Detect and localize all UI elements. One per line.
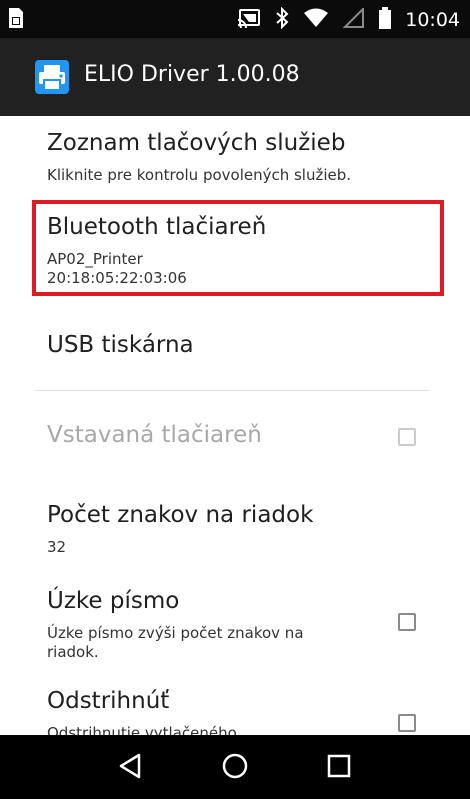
pref-chars-per-line[interactable]: Počet znakov na riadok 32 bbox=[0, 488, 470, 572]
app-title: ELIO Driver 1.00.08 bbox=[84, 62, 300, 87]
recents-icon[interactable] bbox=[324, 751, 354, 785]
highlight-box bbox=[32, 200, 444, 296]
pref-summary: 32 bbox=[47, 538, 67, 556]
builtin-printer-checkbox bbox=[398, 428, 416, 446]
printer-icon bbox=[35, 60, 69, 98]
home-icon[interactable] bbox=[220, 751, 250, 785]
navigation-bar bbox=[0, 735, 470, 799]
narrow-font-checkbox[interactable] bbox=[398, 613, 416, 631]
divider bbox=[35, 390, 430, 391]
clock: 10:04 bbox=[405, 9, 460, 31]
pref-usb-printer[interactable]: USB tiskárna bbox=[0, 312, 470, 388]
cut-checkbox[interactable] bbox=[398, 714, 416, 732]
sim-icon bbox=[8, 7, 24, 33]
pref-print-services[interactable]: Zoznam tlačových služieb Kliknite pre ko… bbox=[0, 116, 470, 196]
pref-title: Vstavaná tlačiareň bbox=[47, 422, 262, 448]
signal-icon bbox=[342, 6, 365, 32]
bluetooth-icon bbox=[275, 6, 289, 33]
cast-icon bbox=[237, 8, 261, 32]
pref-title: USB tiskárna bbox=[47, 332, 194, 358]
pref-summary: Kliknite pre kontrolu povolených služieb… bbox=[47, 166, 352, 184]
back-icon[interactable] bbox=[115, 751, 145, 785]
wifi-icon bbox=[303, 8, 329, 32]
pref-summary: Úzke písmo zvýši počet znakov na bbox=[47, 624, 304, 642]
pref-title: Zoznam tlačových služieb bbox=[47, 130, 346, 156]
pref-summary: Odstrihnutie vytlačeného bbox=[47, 724, 237, 735]
pref-title: Počet znakov na riadok bbox=[47, 502, 314, 528]
battery-icon bbox=[379, 7, 392, 33]
preference-list[interactable]: Zoznam tlačových služieb Kliknite pre ko… bbox=[0, 116, 470, 735]
action-bar: ELIO Driver 1.00.08 bbox=[0, 38, 470, 116]
status-bar: 10:04 bbox=[0, 0, 470, 38]
pref-title: Úzke písmo bbox=[47, 588, 180, 614]
pref-summary-cont: riadok. bbox=[47, 643, 99, 661]
pref-title: Odstrihnúť bbox=[47, 688, 170, 714]
